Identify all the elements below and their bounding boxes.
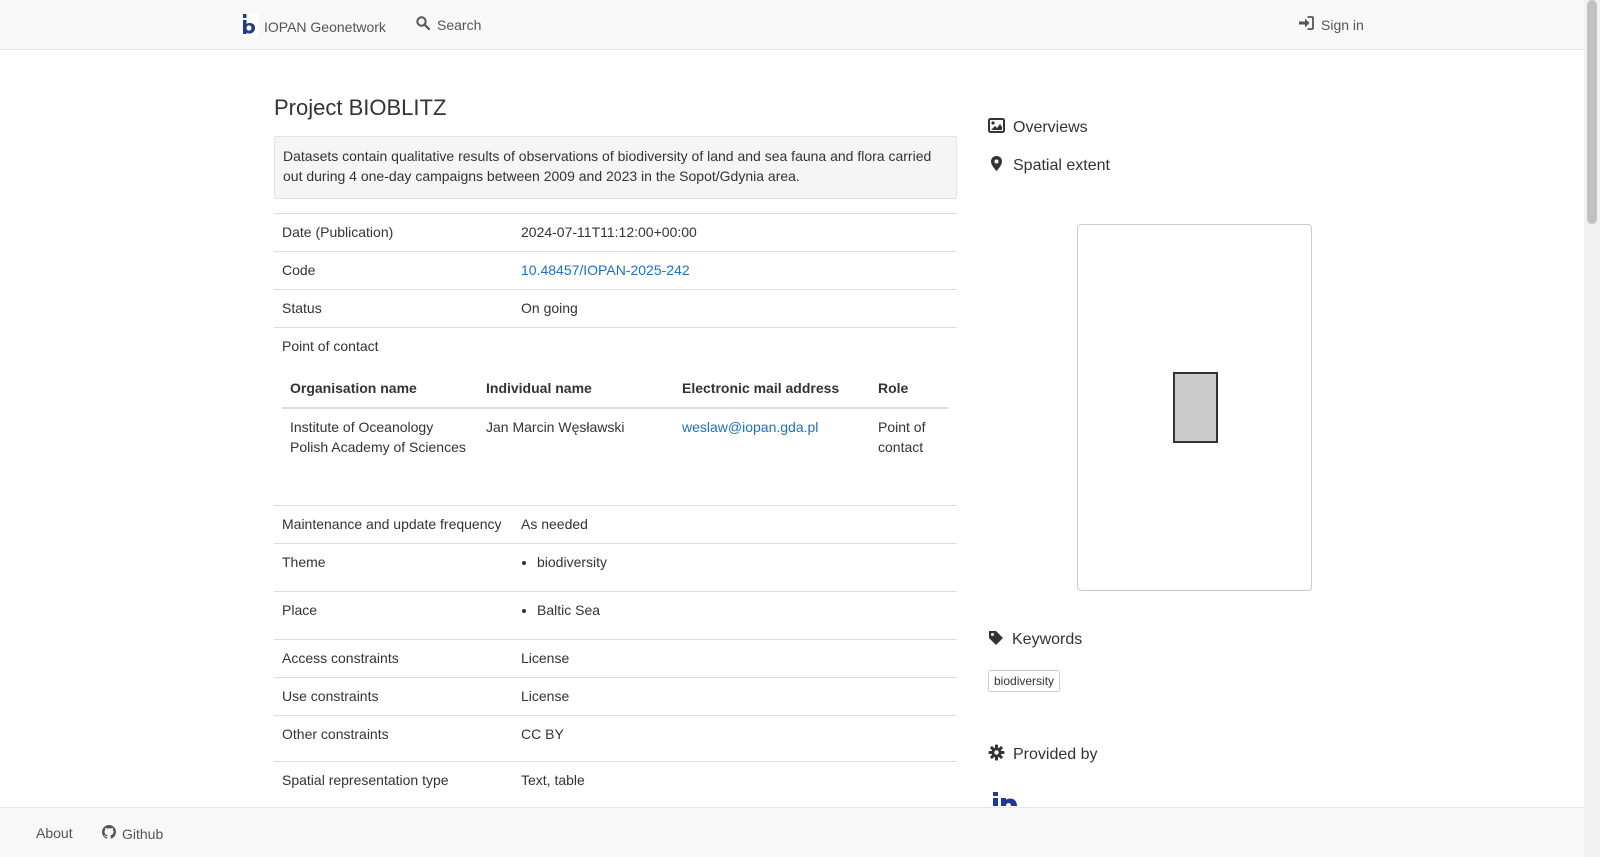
org-line1: Institute of Oceanology: [290, 419, 434, 435]
use-value: License: [513, 677, 957, 716]
place-list: Baltic Sea: [521, 602, 949, 619]
signin-label: Sign in: [1321, 16, 1364, 33]
frequency-value: As needed: [513, 505, 957, 544]
keywords-label: Keywords: [1012, 631, 1083, 648]
spatial-rep-label: Spatial representation type: [274, 761, 513, 799]
record-main: Project BIOBLITZ Datasets contain qualit…: [274, 96, 957, 799]
use-label: Use constraints: [274, 677, 513, 716]
role-header: Role: [870, 372, 948, 409]
metadata-table: Date (Publication) 2024-07-11T11:12:00+0…: [274, 213, 957, 799]
access-value: License: [513, 639, 957, 678]
about-link[interactable]: About: [36, 825, 73, 841]
overviews-label: Overviews: [1013, 119, 1088, 136]
keywords-heading: Keywords: [988, 629, 1082, 651]
status-label: Status: [274, 289, 513, 328]
table-row: Use constraints License: [274, 677, 957, 716]
list-item: biodiversity: [537, 554, 949, 571]
top-navbar: IOPAN Geonetwork Search Sign in: [0, 0, 1584, 50]
sign-in-icon: [1299, 16, 1314, 33]
keyword-badge[interactable]: biodiversity: [988, 670, 1061, 692]
org-cell: Institute of Oceanology Polish Academy o…: [282, 408, 478, 465]
contact-row: Institute of Oceanology Polish Academy o…: [282, 408, 948, 465]
map-marker-icon: [988, 155, 1005, 177]
org-header: Organisation name: [282, 372, 478, 409]
table-row: Other constraints CC BY: [274, 715, 957, 762]
github-label: Github: [122, 825, 164, 842]
spatial-extent-label: Spatial extent: [1013, 157, 1110, 174]
contact-cell: Point of contact Organisation name Indiv…: [274, 327, 957, 506]
overviews-heading: Overviews: [988, 117, 1328, 139]
table-row: Code 10.48457/IOPAN-2025-242: [274, 251, 957, 290]
role-line2: contact: [878, 439, 924, 455]
place-label: Place: [274, 591, 513, 640]
spatial-rep-value: Text, table: [513, 761, 957, 799]
search-link[interactable]: Search: [416, 16, 481, 33]
other-value: CC BY: [513, 715, 957, 762]
date-label: Date (Publication): [274, 213, 513, 252]
access-label: Access constraints: [274, 639, 513, 678]
search-label: Search: [437, 16, 482, 33]
role-line1: Point of: [878, 419, 926, 435]
image-icon: [988, 118, 1005, 138]
github-icon: [102, 825, 116, 842]
provided-by-label: Provided by: [1013, 746, 1098, 763]
iopan-logo-icon: [240, 13, 258, 40]
gear-icon: [988, 744, 1005, 766]
status-value: On going: [513, 289, 957, 328]
extent-map[interactable]: [1077, 224, 1312, 591]
contact-table: Organisation name Individual name Electr…: [282, 372, 948, 465]
bounding-box: [1173, 372, 1218, 443]
code-link[interactable]: 10.48457/IOPAN-2025-242: [521, 262, 690, 278]
individual-header: Individual name: [478, 372, 674, 409]
page-title: Project BIOBLITZ: [274, 95, 447, 120]
code-label: Code: [274, 251, 513, 290]
table-row: Status On going: [274, 289, 957, 328]
table-row: Theme biodiversity: [274, 543, 957, 592]
table-row: Date (Publication) 2024-07-11T11:12:00+0…: [274, 213, 957, 252]
record-sidebar: Overviews Spatial extent Keywords biodiv…: [988, 117, 1328, 806]
other-label: Other constraints: [274, 715, 513, 762]
table-row: Maintenance and update frequency As need…: [274, 505, 957, 544]
list-item: Baltic Sea: [537, 602, 949, 619]
github-link[interactable]: Github: [102, 825, 163, 842]
spatial-extent-heading: Spatial extent: [988, 155, 1328, 177]
table-row: Spatial representation type Text, table: [274, 761, 957, 799]
provided-by-heading: Provided by: [988, 744, 1098, 766]
table-row: Place Baltic Sea: [274, 591, 957, 640]
table-row: Point of contact Organisation name Indiv…: [274, 327, 957, 506]
table-row: Access constraints License: [274, 639, 957, 678]
scrollbar-thumb[interactable]: [1587, 0, 1597, 224]
brand-label: IOPAN Geonetwork: [264, 18, 386, 35]
signin-link[interactable]: Sign in: [1299, 16, 1364, 33]
theme-list: biodiversity: [521, 554, 949, 571]
tag-icon: [988, 630, 1004, 651]
search-icon: [416, 16, 431, 33]
individual-name: Jan Marcin Węsławski: [486, 419, 625, 435]
page-scrollbar[interactable]: [1584, 0, 1600, 857]
email-header: Electronic mail address: [674, 372, 870, 409]
theme-label: Theme: [274, 543, 513, 592]
date-value: 2024-07-11T11:12:00+00:00: [513, 213, 957, 252]
frequency-label: Maintenance and update frequency: [274, 505, 513, 544]
brand-link[interactable]: IOPAN Geonetwork: [240, 13, 386, 40]
org-line2: Polish Academy of Sciences: [290, 439, 466, 455]
abstract: Datasets contain qualitative results of …: [274, 136, 957, 199]
contact-label: Point of contact: [282, 338, 379, 354]
footer: About Github: [0, 807, 1584, 857]
role-cell: Point of contact: [870, 408, 948, 465]
email-link[interactable]: weslaw@iopan.gda.pl: [682, 419, 818, 435]
